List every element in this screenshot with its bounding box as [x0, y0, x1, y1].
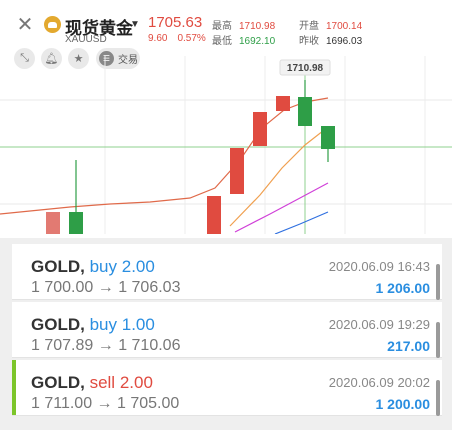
- order-current-price: 1 710.06: [118, 337, 181, 354]
- order-symbol: GOLD,: [31, 257, 85, 276]
- order-profit: 1 200.00: [375, 396, 431, 412]
- candle: [298, 97, 312, 126]
- order-prices: 1 711.00 → 1 705.00: [31, 395, 179, 413]
- candle: [276, 96, 290, 111]
- order-side: buy: [89, 315, 117, 334]
- order-profit: 1 206.00: [375, 280, 431, 296]
- stat-high: 最高 1710.98: [212, 17, 275, 32]
- order-profit: 217.00: [387, 338, 430, 354]
- order-prices: 1 707.89 → 1 710.06: [31, 337, 180, 355]
- candlestick-chart[interactable]: 1710.98: [0, 56, 452, 234]
- scrollbar[interactable]: [436, 264, 440, 300]
- chevron-down-icon[interactable]: ▼: [130, 19, 140, 30]
- order-symbol: GOLD,: [31, 315, 85, 334]
- order-title: GOLD, buy 2.00: [31, 257, 155, 277]
- stat-open: 开盘 1700.14: [299, 17, 362, 32]
- order-open-price: 1 700.00: [31, 279, 94, 296]
- ma-line-2: [229, 126, 329, 227]
- order-open-price: 1 707.89: [31, 337, 94, 354]
- stat-low-label: 最低: [212, 36, 232, 47]
- order-lots: 2.00: [119, 373, 153, 392]
- order-time: 2020.06.09 16:43: [328, 259, 430, 274]
- order-prices: 1 700.00 → 1 706.03: [31, 279, 180, 297]
- stat-low: 最低 1692.10: [212, 32, 275, 47]
- stat-prev: 昨收 1696.03: [299, 32, 362, 47]
- current-price: 1705.63: [148, 14, 203, 31]
- arrow-right-icon: →: [97, 279, 114, 296]
- order-symbol: GOLD,: [31, 373, 85, 392]
- scrollbar[interactable]: [436, 322, 440, 358]
- order-lots: 1.00: [121, 315, 155, 334]
- candle: [69, 212, 83, 234]
- stat-high-label: 最高: [212, 21, 232, 32]
- stat-low-value: 1692.10: [239, 36, 276, 47]
- order-current-price: 1 705.00: [117, 395, 180, 412]
- stat-prev-value: 1696.03: [326, 36, 363, 47]
- price-change: 9.60 0.57%: [148, 33, 206, 44]
- orders-list: GOLD, buy 2.00 1 700.00 → 1 706.03 2020.…: [0, 238, 452, 430]
- order-current-price: 1 706.03: [118, 279, 181, 296]
- order-time: 2020.06.09 19:29: [328, 317, 430, 332]
- scrollbar[interactable]: [436, 380, 440, 416]
- selected-indicator: [12, 360, 16, 415]
- candle: [321, 126, 335, 149]
- order-time: 2020.06.09 20:02: [328, 375, 430, 390]
- order-open-price: 1 711.00: [31, 395, 93, 412]
- ma-line-1: [0, 97, 329, 215]
- close-icon[interactable]: ✕: [14, 14, 36, 36]
- order-title: GOLD, buy 1.00: [31, 315, 155, 335]
- arrow-right-icon: →: [96, 395, 113, 412]
- stat-open-value: 1700.14: [326, 21, 363, 32]
- gold-coin-icon: [44, 16, 61, 33]
- ma-line-4: [274, 211, 329, 234]
- order-row-selected[interactable]: GOLD, sell 2.00 1 711.00 → 1 705.00 2020…: [12, 360, 442, 416]
- candle: [253, 112, 267, 146]
- stat-high-value: 1710.98: [239, 21, 276, 32]
- order-row[interactable]: GOLD, buy 1.00 1 707.89 → 1 710.06 2020.…: [12, 302, 442, 358]
- peak-price-label: 1710.98: [287, 63, 324, 74]
- change-value: 9.60: [148, 33, 168, 44]
- candle: [46, 212, 60, 234]
- order-lots: 2.00: [121, 257, 155, 276]
- ma-line-3: [234, 182, 329, 233]
- order-title: GOLD, sell 2.00: [31, 373, 153, 393]
- candle: [230, 148, 244, 194]
- change-percent: 0.57%: [177, 33, 206, 44]
- instrument-symbol: XAUUSD: [65, 34, 107, 45]
- stat-open-label: 开盘: [299, 21, 319, 32]
- order-side: buy: [89, 257, 117, 276]
- stat-prev-label: 昨收: [299, 36, 319, 47]
- order-side: sell: [89, 373, 116, 392]
- order-row[interactable]: GOLD, buy 2.00 1 700.00 → 1 706.03 2020.…: [12, 244, 442, 300]
- arrow-right-icon: →: [97, 337, 114, 354]
- candle: [207, 196, 221, 234]
